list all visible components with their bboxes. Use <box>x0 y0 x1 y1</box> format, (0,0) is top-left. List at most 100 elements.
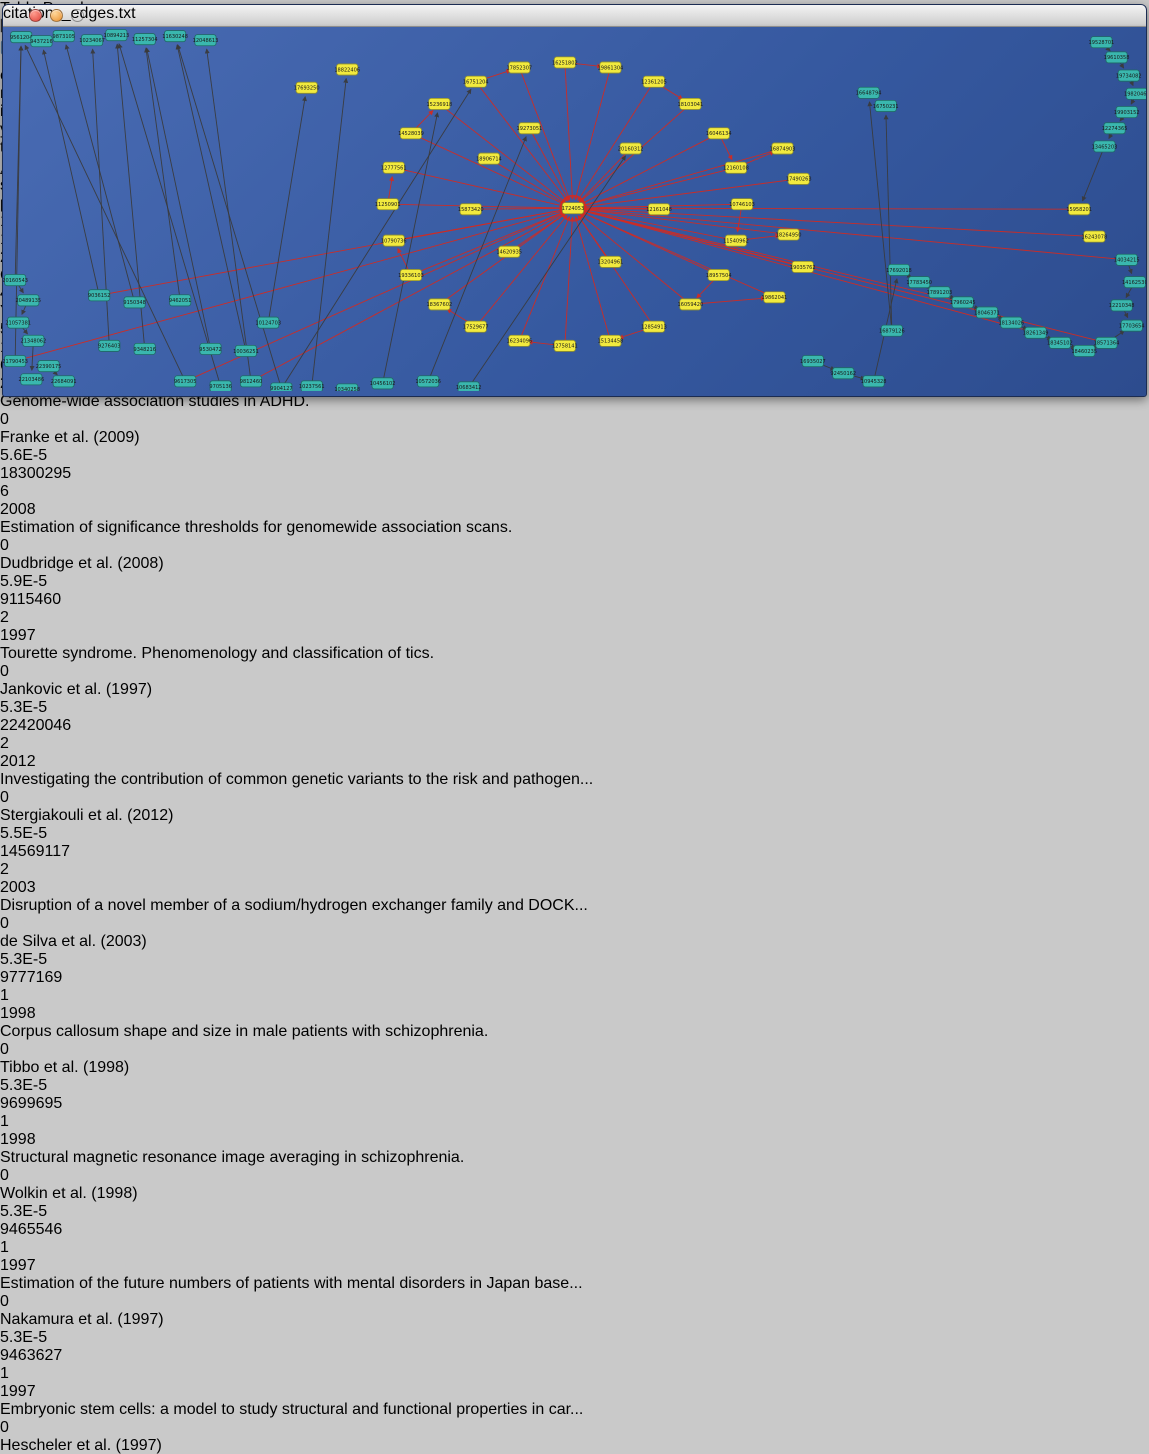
graph-node[interactable]: 18103041 <box>678 98 704 109</box>
graph-node[interactable]: 19862041 <box>762 292 788 303</box>
table-cell[interactable]: Tibbo et al. (1998) <box>0 1059 1149 1077</box>
graph-node[interactable]: 9904127 <box>270 383 292 392</box>
table-cell[interactable]: 1997 <box>0 1257 1149 1275</box>
graph-node[interactable]: 18571364 <box>1094 337 1120 348</box>
graph-node[interactable]: 10572036 <box>415 376 441 387</box>
table-cell[interactable]: 5.9E-5 <box>0 573 1149 591</box>
close-window-button[interactable] <box>29 9 42 22</box>
table-cell[interactable]: 1998 <box>0 1131 1149 1149</box>
graph-node[interactable]: 21348062 <box>21 335 47 346</box>
graph-node[interactable]: 10237561 <box>299 381 325 392</box>
graph-node[interactable]: 16648794 <box>856 87 882 98</box>
graph-canvas[interactable]: 1724053162518021986130412361205181030411… <box>3 27 1146 391</box>
table-cell[interactable]: Jankovic et al. (1997) <box>0 681 1149 699</box>
graph-node[interactable]: 13465203 <box>1092 141 1118 152</box>
table-cell[interactable]: Tourette syndrome. Phenomenology and cla… <box>0 645 1149 663</box>
table-cell[interactable]: 2 <box>0 861 1149 879</box>
table-cell[interactable]: Structural magnetic resonance image aver… <box>0 1149 1149 1167</box>
minimize-window-button[interactable] <box>50 9 63 22</box>
graph-node[interactable]: 14620935 <box>496 246 522 257</box>
graph-node[interactable]: 16751204 <box>463 76 489 87</box>
table-cell[interactable]: 1 <box>0 987 1149 1005</box>
table-cell[interactable]: 5.6E-5 <box>0 447 1149 465</box>
graph-node[interactable]: 19861304 <box>598 62 624 73</box>
graph-node[interactable]: 17783450 <box>906 277 932 288</box>
graph-node[interactable]: 9348216 <box>133 343 155 354</box>
graph-node[interactable]: 22684091 <box>51 376 77 387</box>
table-cell[interactable]: 0 <box>0 663 1149 681</box>
graph-node[interactable]: 16234096 <box>506 335 532 346</box>
graph-node[interactable]: 20160312 <box>618 143 644 154</box>
graph-node[interactable]: 10894213 <box>104 30 130 41</box>
table-cell[interactable]: Estimation of the future numbers of pati… <box>0 1275 1149 1293</box>
table-row[interactable]: 969969511998Structural magnetic resonanc… <box>0 1095 1149 1221</box>
graph-node[interactable]: 17703654 <box>1119 320 1145 331</box>
table-cell[interactable]: 2012 <box>0 753 1149 771</box>
graph-node[interactable]: 21790453 <box>3 356 28 367</box>
graph-node[interactable]: 15236918 <box>426 98 452 109</box>
table-row[interactable]: 2242004622012Investigating the contribut… <box>0 717 1149 843</box>
table-cell[interactable]: Corpus callosum shape and size in male p… <box>0 1023 1149 1041</box>
zoom-window-button[interactable] <box>71 9 84 22</box>
graph-node[interactable]: 9150348 <box>123 297 145 308</box>
table-cell[interactable]: 2003 <box>0 879 1149 897</box>
table-cell[interactable]: Disruption of a novel member of a sodium… <box>0 897 1149 915</box>
graph-node[interactable]: 22103486 <box>18 374 44 385</box>
table-cell[interactable]: 2 <box>0 609 1149 627</box>
table-cell[interactable]: 0 <box>0 915 1149 933</box>
graph-node[interactable]: 17692018 <box>886 264 912 275</box>
table-cell[interactable]: Embryonic stem cells: a model to study s… <box>0 1401 1149 1419</box>
graph-node[interactable]: 20489135 <box>15 295 41 306</box>
graph-node[interactable]: 20160543 <box>3 275 28 286</box>
graph-node[interactable]: 9276403 <box>98 340 120 351</box>
table-cell[interactable]: 0 <box>0 1167 1149 1185</box>
graph-node[interactable]: 14528039 <box>398 128 424 139</box>
table-cell[interactable]: 14569117 <box>0 843 1149 861</box>
table-cell[interactable]: 6 <box>0 483 1149 501</box>
graph-node[interactable]: 10790736 <box>381 235 407 246</box>
table-cell[interactable]: 5.3E-5 <box>0 1203 1149 1221</box>
table-cell[interactable]: 0 <box>0 537 1149 555</box>
table-row[interactable]: 911546021997Tourette syndrome. Phenomeno… <box>0 591 1149 717</box>
graph-node[interactable]: 19903152 <box>1114 106 1140 117</box>
table-cell[interactable]: 2008 <box>0 501 1149 519</box>
graph-node[interactable]: 16059420 <box>678 299 704 310</box>
window-titlebar[interactable]: citations_edges.txt <box>3 5 1146 27</box>
graph-node[interactable]: 14034215 <box>1114 254 1140 265</box>
graph-node[interactable]: 11250901 <box>375 199 401 210</box>
table-row[interactable]: 1830029562008Estimation of significance … <box>0 465 1149 591</box>
graph-node[interactable]: 18134026 <box>998 317 1024 328</box>
graph-node[interactable]: 10124703 <box>255 317 281 328</box>
table-cell[interactable]: de Silva et al. (2003) <box>0 933 1149 951</box>
table-cell[interactable]: 0 <box>0 1041 1149 1059</box>
graph-node[interactable]: 11540962 <box>723 235 749 246</box>
graph-node[interactable]: 19035762 <box>790 261 816 272</box>
graph-node[interactable]: 92450162 <box>830 368 856 379</box>
graph-node[interactable]: 14162530 <box>1122 277 1146 288</box>
graph-node[interactable]: 18261349 <box>1023 327 1049 338</box>
table-cell[interactable]: Wolkin et al. (1998) <box>0 1185 1149 1203</box>
graph-node[interactable]: 12210348 <box>1109 300 1135 311</box>
graph-node[interactable]: 17693250 <box>294 82 320 93</box>
table-cell[interactable]: Dudbridge et al. (2008) <box>0 555 1149 573</box>
table-cell[interactable]: 1997 <box>0 627 1149 645</box>
table-cell[interactable]: Estimation of significance thresholds fo… <box>0 519 1149 537</box>
table-row[interactable]: 1456911722003Disruption of a novel membe… <box>0 843 1149 969</box>
table-cell[interactable]: 2 <box>0 735 1149 753</box>
graph-node[interactable]: 9561204 <box>10 32 32 43</box>
graph-node[interactable]: 11630248 <box>162 31 188 42</box>
graph-node[interactable]: 12854913 <box>641 321 667 332</box>
table-cell[interactable]: 1 <box>0 1365 1149 1383</box>
table-cell[interactable]: 5.3E-5 <box>0 1077 1149 1095</box>
graph-node[interactable]: 18367602 <box>426 299 452 310</box>
graph-node[interactable]: 16874903 <box>770 143 796 154</box>
table-cell[interactable]: 5.3E-5 <box>0 699 1149 717</box>
graph-node[interactable]: 18822406 <box>334 64 360 75</box>
table-cell[interactable]: Hescheler et al. (1997) <box>0 1437 1149 1454</box>
table-row[interactable]: 946362711997Embryonic stem cells: a mode… <box>0 1347 1149 1454</box>
graph-node[interactable]: 19273051 <box>517 123 543 134</box>
graph-node[interactable]: 12274365 <box>1102 123 1128 134</box>
table-cell[interactable]: 1 <box>0 1113 1149 1131</box>
graph-node[interactable]: 10746103 <box>729 199 755 210</box>
graph-node[interactable]: 17960245 <box>950 297 976 308</box>
